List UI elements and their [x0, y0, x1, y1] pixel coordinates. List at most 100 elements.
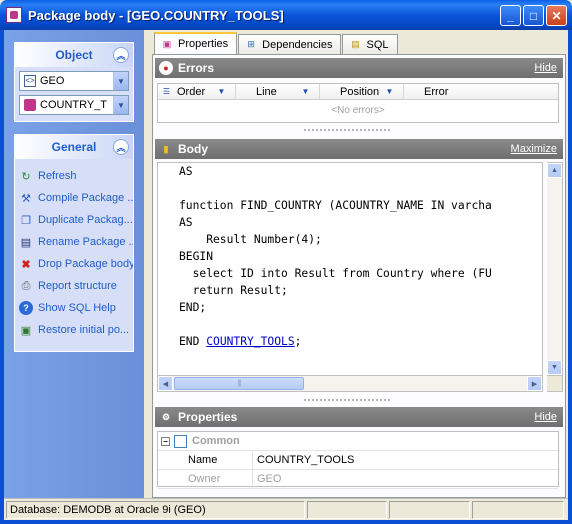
error-icon: ● [159, 61, 173, 75]
tab-label: Properties [178, 38, 229, 50]
scroll-left-icon[interactable]: ◀ [158, 376, 173, 391]
properties-title: Properties [178, 410, 238, 424]
close-button[interactable]: ✕ [546, 5, 567, 26]
property-row-owner[interactable]: Owner GEO [158, 470, 558, 489]
nav-item-compile[interactable]: ⚒ Compile Package ... [15, 187, 133, 209]
scroll-down-icon[interactable]: ▼ [547, 360, 562, 375]
nav-item-restore[interactable]: ▣ Restore initial po... [15, 319, 133, 341]
status-panel [388, 500, 471, 519]
errors-resize-grip[interactable] [303, 128, 391, 132]
object-group-title: Object [55, 48, 93, 62]
properties-hide-link[interactable]: Hide [534, 411, 557, 423]
column-label: Error [424, 85, 449, 98]
window-frame-bottom [0, 520, 572, 524]
code-line: AS [179, 165, 193, 178]
errors-title: Errors [178, 61, 215, 75]
category-label: Common [192, 435, 240, 447]
category-icon [174, 434, 187, 448]
general-group-title: General [51, 140, 97, 154]
dependencies-icon: ⊞ [247, 39, 255, 49]
scroll-corner [547, 376, 563, 392]
nav-item-help[interactable]: ? Show SQL Help [15, 297, 133, 319]
code-terminator: ; [294, 335, 302, 348]
rename-icon: ▤ [20, 236, 32, 249]
body-maximize-link[interactable]: Maximize [511, 143, 557, 155]
object-combo[interactable]: COUNTRY_T ▼ [19, 95, 129, 115]
restore-icon: ▣ [20, 324, 32, 337]
general-group: General ︽ ↻ Refresh ⚒ Compile Package ..… [14, 134, 134, 352]
column-position[interactable]: Position ▼ [320, 84, 404, 99]
minimize-button[interactable]: _ [500, 5, 521, 26]
errors-grid: ☰ Order ▼ Line ▼ Position ▼ Error <No er… [157, 83, 559, 123]
tab-strip: ▣ Properties ⊞ Dependencies ▤ SQL [154, 32, 399, 54]
nav-item-label: Drop Package body [38, 258, 133, 270]
column-line[interactable]: Line ▼ [236, 84, 320, 99]
nav-item-refresh[interactable]: ↻ Refresh [15, 165, 133, 187]
window-controls: _ □ ✕ [500, 5, 567, 26]
scroll-right-icon[interactable]: ▶ [527, 376, 542, 391]
chevron-down-icon[interactable]: ▼ [113, 72, 128, 90]
schema-combo-value: GEO [40, 75, 65, 87]
status-panel [472, 500, 564, 519]
schema-combo[interactable]: <> GEO ▼ [19, 71, 129, 91]
category-row[interactable]: − Common [158, 432, 558, 451]
nav-item-rename[interactable]: ▤ Rename Package ... [15, 231, 133, 253]
object-group-header[interactable]: Object ︽ [15, 43, 133, 67]
errors-hide-link[interactable]: Hide [534, 62, 557, 74]
editor-area: ▣ Properties ⊞ Dependencies ▤ SQL ● Erro… [148, 30, 568, 498]
property-row-name[interactable]: Name COUNTRY_TOOLS [158, 451, 558, 470]
property-value[interactable]: COUNTRY_TOOLS [253, 454, 354, 466]
properties-grid: − Common Name COUNTRY_TOOLS Owner GEO [157, 431, 559, 489]
tab-sql[interactable]: ▤ SQL [342, 34, 398, 54]
general-items: ↻ Refresh ⚒ Compile Package ... ❐ Duplic… [15, 159, 133, 341]
nav-item-report[interactable]: ⎙ Report structure [15, 275, 133, 297]
properties-icon: ▣ [162, 38, 172, 49]
collapse-general-icon[interactable]: ︽ [113, 139, 129, 155]
properties-icon: ⚙ [161, 411, 171, 422]
package-name-link[interactable]: COUNTRY_TOOLS [206, 335, 294, 348]
maximize-button[interactable]: □ [523, 5, 544, 26]
property-value: GEO [257, 473, 282, 485]
title-bar[interactable]: Package body - [GEO.COUNTRY_TOOLS] _ □ ✕ [0, 0, 572, 30]
errors-grid-header: ☰ Order ▼ Line ▼ Position ▼ Error [158, 84, 558, 100]
collapse-object-icon[interactable]: ︽ [113, 47, 129, 63]
scroll-up-icon[interactable]: ▲ [547, 163, 562, 178]
help-icon: ? [19, 301, 33, 315]
nav-item-label: Refresh [38, 170, 77, 182]
object-group: Object ︽ <> GEO ▼ COUNTRY_T ▼ [14, 42, 134, 122]
collapse-icon[interactable]: − [161, 436, 170, 446]
general-group-header[interactable]: General ︽ [15, 135, 133, 159]
chevron-down-icon[interactable]: ▼ [113, 96, 128, 114]
nav-item-duplicate[interactable]: ❐ Duplicate Packag... [15, 209, 133, 231]
tab-properties[interactable]: ▣ Properties [154, 32, 238, 54]
package-icon [6, 7, 22, 23]
editor-horizontal-scrollbar[interactable]: ◀ ||| ▶ [157, 376, 543, 392]
duplicate-icon: ❐ [21, 214, 31, 227]
list-icon: ☰ [162, 87, 171, 96]
code-editor[interactable]: AS function FIND_COUNTRY (ACOUNTRY_NAME … [157, 162, 543, 376]
report-icon: ⎙ [21, 279, 31, 292]
column-label: Order [177, 85, 206, 98]
nav-item-drop[interactable]: ✖ Drop Package body [15, 253, 133, 275]
nav-item-label: Restore initial po... [38, 324, 130, 336]
package-icon [24, 99, 36, 111]
compile-icon: ⚒ [21, 192, 31, 205]
errors-header: ● Errors Hide [155, 58, 563, 78]
editor-vertical-scrollbar[interactable]: ▲ ▼ [547, 162, 563, 376]
tab-label: SQL [366, 38, 389, 51]
body-resize-grip[interactable] [303, 398, 391, 402]
tab-label: Dependencies [262, 38, 333, 51]
filter-dropdown-icon[interactable]: ▼ [384, 86, 395, 97]
window-title: Package body - [GEO.COUNTRY_TOOLS] [28, 7, 284, 23]
filter-dropdown-icon[interactable]: ▼ [300, 86, 311, 97]
scroll-thumb[interactable]: ||| [174, 377, 304, 390]
column-order[interactable]: ☰ Order ▼ [158, 84, 236, 99]
code-text[interactable]: AS function FIND_COUNTRY (ACOUNTRY_NAME … [158, 163, 542, 350]
nav-item-label: Compile Package ... [38, 192, 133, 204]
properties-header: ⚙ Properties Hide [155, 407, 563, 427]
column-error[interactable]: Error [404, 84, 558, 99]
filter-dropdown-icon[interactable]: ▼ [216, 86, 227, 97]
nav-item-label: Report structure [38, 280, 117, 292]
tab-dependencies[interactable]: ⊞ Dependencies [238, 34, 342, 54]
sql-icon: ▤ [351, 39, 360, 49]
